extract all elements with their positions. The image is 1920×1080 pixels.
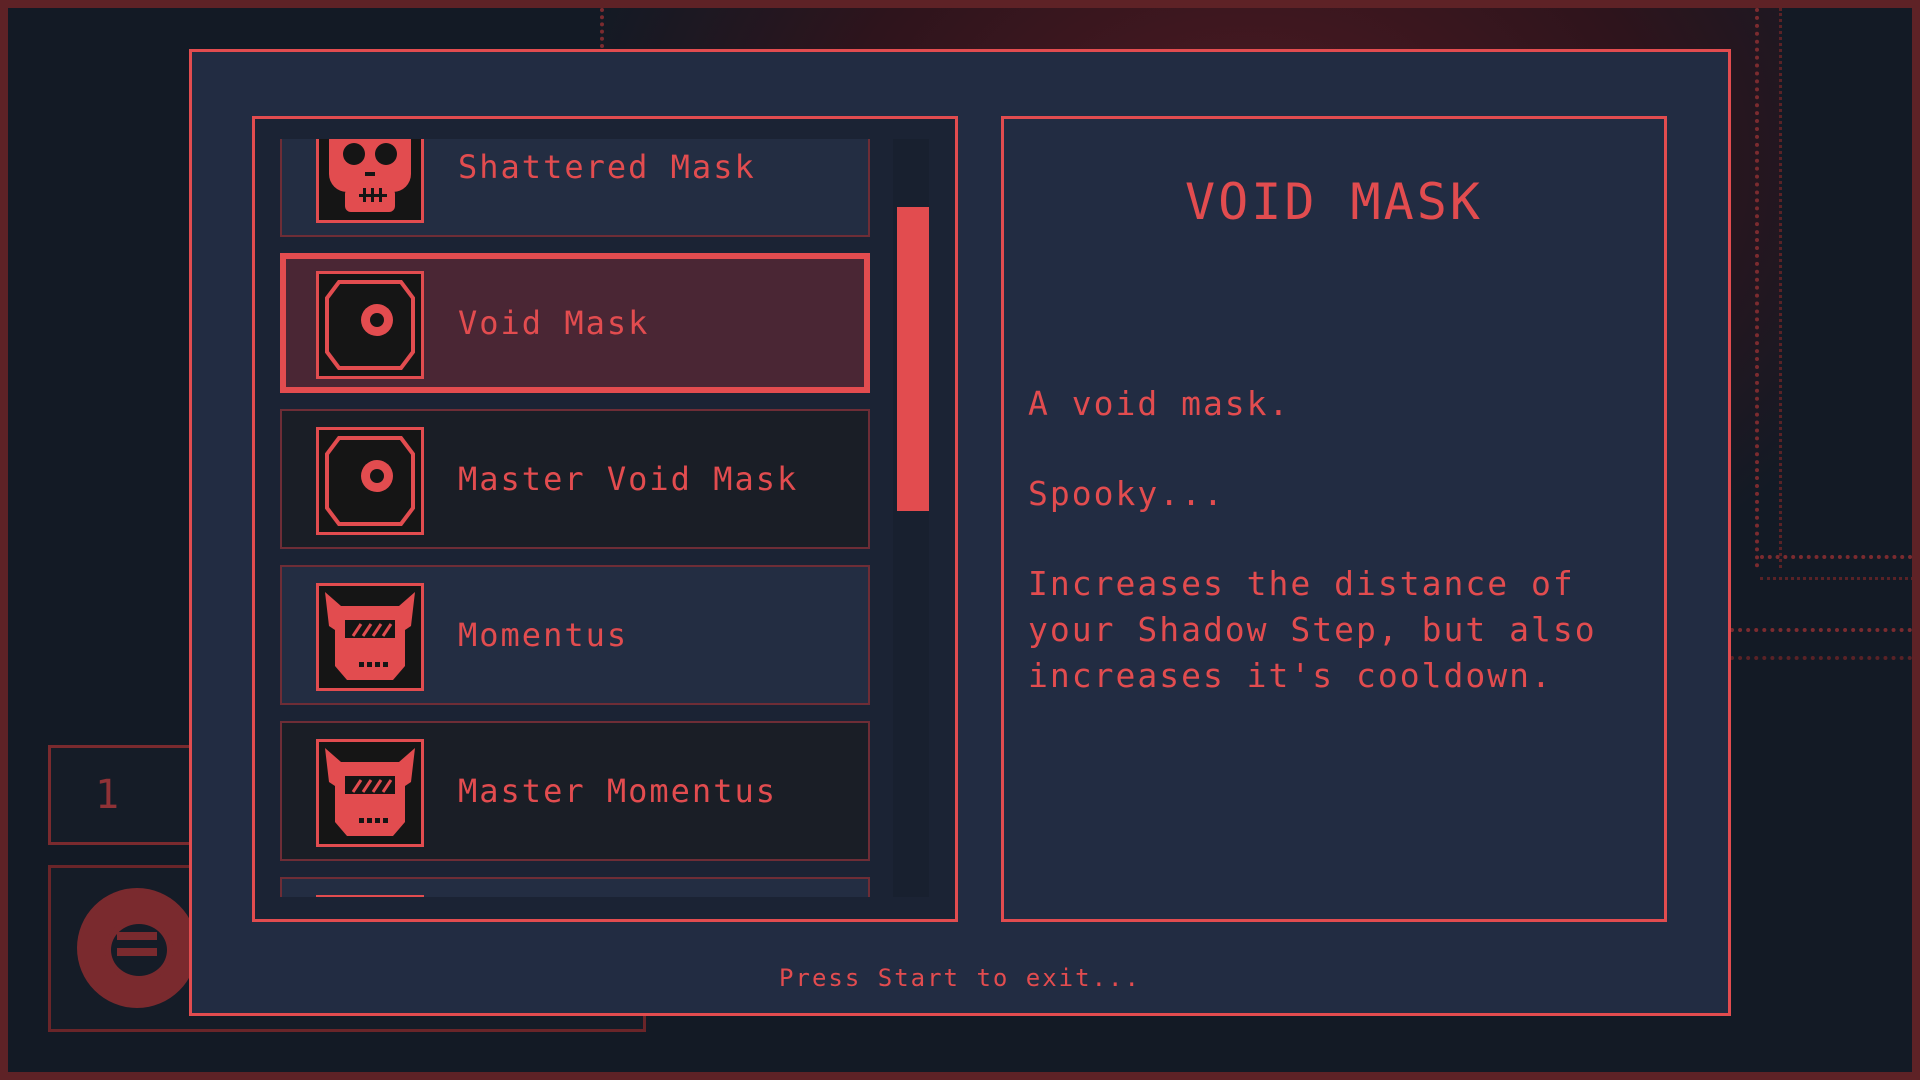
list-item-shattered-mask[interactable]: Shattered Mask (280, 139, 870, 237)
coin-icon (77, 888, 197, 1008)
item-detail-panel: VOID MASK A void mask. Spooky... Increas… (1001, 116, 1667, 922)
mask-list-panel: Shattered Mask Void Mask Master Void Mas… (252, 116, 958, 922)
list-item-void-mask[interactable]: Void Mask (280, 253, 870, 393)
hud-counter-value: 1 (95, 772, 120, 818)
horned-visor-icon (316, 739, 424, 847)
background-rock-ledge (1760, 555, 1920, 580)
mask-list-viewport[interactable]: Shattered Mask Void Mask Master Void Mas… (274, 139, 874, 897)
void-eye-icon (316, 427, 424, 535)
background-rock-wall (1755, 8, 1782, 568)
list-item-label: Shattered Mask (458, 148, 756, 186)
background-platform (1730, 628, 1920, 660)
exit-hint: Press Start to exit... (779, 964, 1141, 992)
item-detail-title: VOID MASK (1185, 173, 1483, 231)
list-item-label: Momentus (458, 616, 629, 654)
item-effect-text: Increases the distance of your Shadow St… (1028, 564, 1597, 695)
item-flavor-text: Spooky... (1028, 474, 1225, 513)
mask-icon (316, 895, 424, 897)
horned-visor-icon (316, 583, 424, 691)
item-description-line: A void mask. (1028, 384, 1291, 423)
list-item-label: Master Momentus (458, 772, 777, 810)
list-item-label: Master Void Mask (458, 460, 799, 498)
list-item-momentus[interactable]: Momentus (280, 565, 870, 705)
background-rock-edge (600, 8, 618, 48)
hud-counter: 1 (48, 745, 198, 845)
mask-inventory-modal: Shattered Mask Void Mask Master Void Mas… (189, 49, 1731, 1016)
list-scrollbar-thumb[interactable] (897, 207, 929, 511)
coin-icon-bars (117, 932, 157, 940)
coin-icon-inner (105, 918, 173, 982)
list-item-label: Void Mask (458, 304, 650, 342)
list-scrollbar-track[interactable] (893, 139, 929, 897)
item-detail-description: A void mask. Spooky... Increases the dis… (1028, 381, 1648, 743)
list-item-master-void-mask[interactable]: Master Void Mask (280, 409, 870, 549)
skull-icon (316, 139, 424, 223)
list-item-master-momentus[interactable]: Master Momentus (280, 721, 870, 861)
list-item-next[interactable] (280, 877, 870, 897)
void-eye-icon (316, 271, 424, 379)
